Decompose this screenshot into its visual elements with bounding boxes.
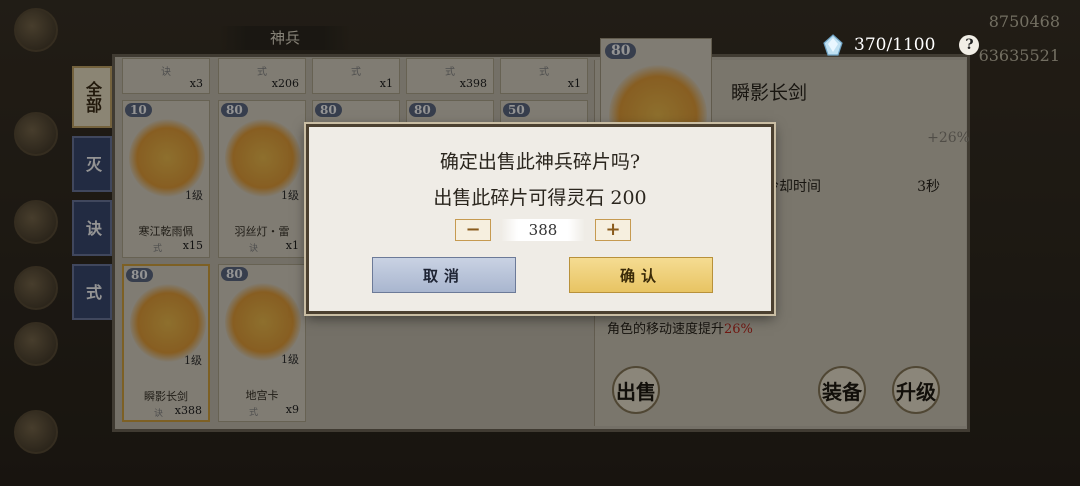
sell-confirm-dialog: 确定出售此神兵碎片吗? 出售此碎片可得灵石 200 − 388 + 取消 确认 (306, 124, 774, 314)
spirit-stone-counter: 370/1100 ? (822, 34, 980, 56)
dialog-reward-text: 出售此碎片可得灵石 200 (433, 187, 647, 209)
decrease-button[interactable]: − (455, 219, 491, 241)
quantity-field[interactable]: 388 (501, 219, 585, 241)
dialog-question: 确定出售此神兵碎片吗? (439, 151, 641, 173)
confirm-button[interactable]: 确认 (569, 257, 713, 293)
quantity-stepper: − 388 + (455, 219, 631, 241)
help-icon[interactable]: ? (959, 35, 980, 55)
spirit-stone-icon (823, 34, 843, 56)
spirit-stone-count: 370/1100 (854, 35, 936, 55)
cancel-button[interactable]: 取消 (372, 257, 516, 293)
increase-button[interactable]: + (595, 219, 631, 241)
